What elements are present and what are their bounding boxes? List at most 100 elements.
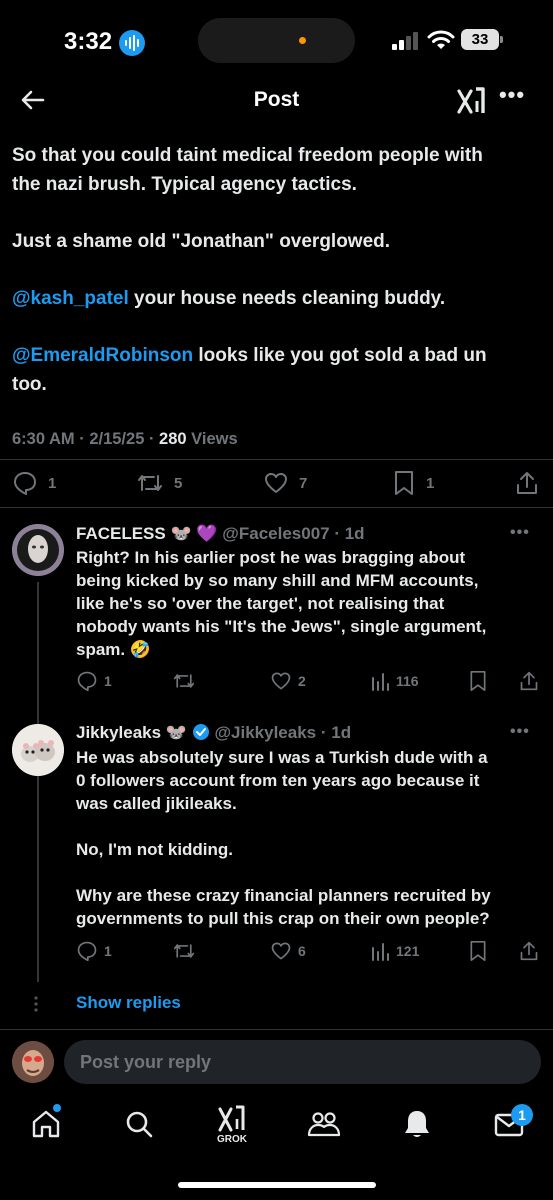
author-handle[interactable]: @Faceles007 · 1d <box>222 524 364 543</box>
like-button[interactable]: 6 <box>270 940 306 962</box>
avatar[interactable] <box>12 524 64 576</box>
like-count: 7 <box>299 474 308 492</box>
like-button[interactable]: 7 <box>263 470 307 496</box>
grok-icon <box>457 87 485 114</box>
bookmark-icon <box>470 940 486 961</box>
reply-count: 1 <box>48 474 57 492</box>
author-handle[interactable]: @Jikkyleaks · 1d <box>214 723 351 742</box>
current-user-avatar[interactable] <box>12 1041 54 1083</box>
heart-icon <box>265 473 287 493</box>
reply-text-line: 0 followers account from ten years ago b… <box>76 771 480 790</box>
bookmark-button[interactable] <box>468 670 488 692</box>
views-count: 121 <box>396 943 420 959</box>
analytics-icon <box>372 673 389 691</box>
grok-button[interactable] <box>455 85 487 117</box>
reply-text-line: nobody wants his "It's the Jews", single… <box>76 617 487 636</box>
home-indicator[interactable] <box>178 1182 376 1188</box>
search-icon <box>126 1111 153 1138</box>
post-text-line: @kash_patel your house needs cleaning bu… <box>12 285 445 313</box>
show-replies-link[interactable]: Show replies <box>76 993 181 1013</box>
reply-text-line: He was absolutely sure I was a Turkish d… <box>76 748 488 767</box>
author-emojis: 🐭 💜 <box>170 524 218 543</box>
more-options-button[interactable]: ••• <box>497 84 527 112</box>
avatar[interactable] <box>12 724 64 776</box>
reply-more-button[interactable]: ••• <box>510 723 530 741</box>
repost-button[interactable] <box>172 670 196 692</box>
share-button[interactable] <box>515 470 539 496</box>
views-count: 280 <box>159 430 187 448</box>
bookmark-icon <box>470 670 486 691</box>
reply-author-line: FACELESS 🐭 💜 @Faceles007 · 1d <box>76 524 365 544</box>
repost-icon <box>138 475 162 491</box>
divider <box>0 1029 553 1030</box>
home-notification-dot <box>53 1104 61 1112</box>
mention-link[interactable]: @EmeraldRobinson <box>12 345 193 366</box>
share-button[interactable] <box>519 670 539 692</box>
views-button[interactable]: 116 <box>370 670 419 692</box>
privacy-indicator-dot <box>299 37 306 44</box>
reply-button[interactable]: 1 <box>12 470 56 496</box>
grok-icon <box>218 1105 245 1132</box>
reply-button[interactable]: 1 <box>76 940 112 962</box>
like-count: 6 <box>298 943 306 959</box>
repost-count: 5 <box>174 474 183 492</box>
like-button[interactable]: 2 <box>270 670 306 692</box>
reply-author-line: Jikkyleaks 🐭 @Jikkyleaks · 1d <box>76 723 351 743</box>
author-name[interactable]: Jikkyleaks <box>76 723 161 742</box>
reply-text-line: governments to pull this crap on their o… <box>76 909 490 928</box>
bookmark-button[interactable]: 1 <box>392 470 434 496</box>
tab-notifications[interactable] <box>397 1104 437 1144</box>
reply-icon <box>77 671 97 692</box>
repost-button[interactable]: 5 <box>136 470 182 496</box>
reply-input[interactable]: Post your reply <box>64 1040 541 1084</box>
bookmark-icon <box>395 471 413 495</box>
dynamic-island <box>198 18 355 63</box>
reply-icon <box>14 472 36 495</box>
repost-button[interactable] <box>172 940 196 962</box>
repost-icon <box>173 944 195 958</box>
communities-icon <box>307 1112 341 1137</box>
mention-link[interactable]: @kash_patel <box>12 288 129 309</box>
share-icon <box>517 472 537 494</box>
reply-text-line: Why are these crazy financial planners r… <box>76 886 491 905</box>
tab-communities[interactable] <box>304 1104 344 1144</box>
reply-text-line: No, I'm not kidding. <box>76 840 234 859</box>
share-button[interactable] <box>519 940 539 962</box>
jikkyleaks-avatar-image <box>12 724 64 776</box>
reply-text-line: Right? In his earlier post he was braggi… <box>76 548 466 567</box>
views-button[interactable]: 121 <box>370 940 419 962</box>
status-time: 3:32 <box>64 28 113 55</box>
analytics-icon <box>372 943 389 961</box>
share-icon <box>520 671 538 691</box>
tab-grok[interactable]: GROK <box>212 1104 252 1150</box>
reply-count: 1 <box>104 673 112 689</box>
reply-more-button[interactable]: ••• <box>510 524 530 542</box>
post-metadata: 6:30 AM · 2/15/25 · 280 Views <box>12 430 238 449</box>
divider <box>0 459 553 460</box>
post-text-line: too. <box>12 374 47 395</box>
repost-icon <box>173 674 195 688</box>
share-icon <box>520 941 538 961</box>
status-bar: 3:32 33 <box>0 0 553 80</box>
bookmark-count: 1 <box>426 474 435 492</box>
reply-text-line: spam. 🤣 <box>76 640 152 659</box>
tab-search[interactable] <box>119 1104 159 1144</box>
post-text-line: @EmeraldRobinson looks like you got sold… <box>12 342 487 370</box>
views-label: Views <box>186 430 238 448</box>
post-text-span: looks like you got sold a bad un <box>193 345 487 366</box>
bookmark-button[interactable] <box>468 940 488 962</box>
grok-tab-label: GROK <box>217 1134 247 1145</box>
thread-line <box>37 582 39 982</box>
post-text-line: the nazi brush. Typical agency tactics. <box>12 174 357 195</box>
author-name[interactable]: FACELESS <box>76 524 166 543</box>
divider <box>0 507 553 508</box>
voice-memo-indicator-icon <box>119 30 145 56</box>
author-emojis: 🐭 <box>165 723 187 742</box>
reply-text-line: being kicked by so many shill and MFM ac… <box>76 571 479 590</box>
notifications-icon <box>405 1111 429 1137</box>
reply-button[interactable]: 1 <box>76 670 112 692</box>
reply-text-line: like he's so 'over the target', not real… <box>76 594 445 613</box>
messages-badge: 1 <box>511 1104 533 1126</box>
user-avatar-image <box>12 1041 54 1083</box>
heart-icon <box>271 942 291 960</box>
